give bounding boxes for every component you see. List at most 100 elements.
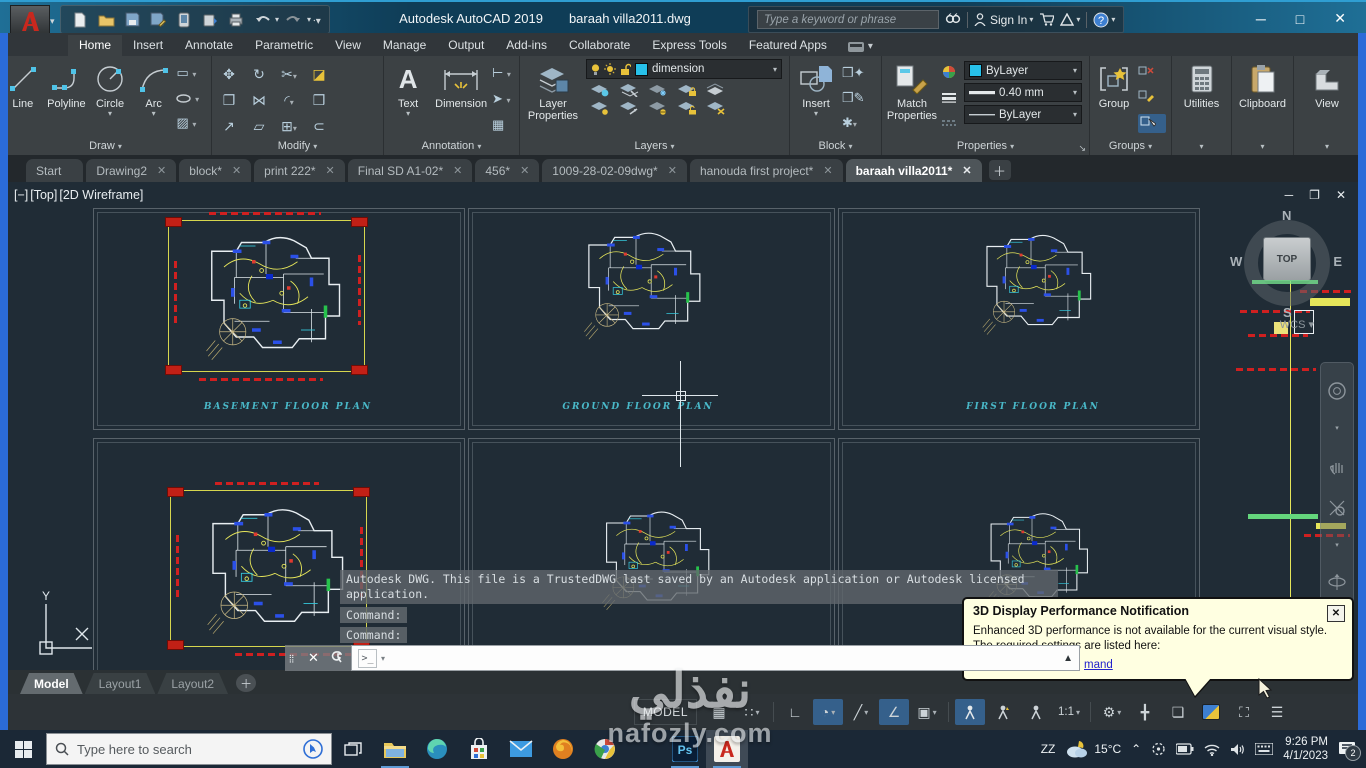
lineweight-caret-icon[interactable]: ▾ bbox=[1073, 88, 1077, 97]
edit-attributes-icon[interactable]: ✱▾ bbox=[842, 115, 872, 133]
linetype-list-icon[interactable] bbox=[942, 117, 962, 133]
doc-minimize-icon[interactable]: ─ bbox=[1285, 188, 1294, 202]
object-snap-tracking-icon[interactable]: ∠ bbox=[879, 699, 909, 725]
weather-widget[interactable]: 15°C bbox=[1065, 739, 1121, 759]
tab-insert[interactable]: Insert bbox=[122, 35, 174, 56]
text-caret-icon[interactable]: ▾ bbox=[406, 110, 410, 118]
close-tab-icon[interactable]: ✕ bbox=[157, 164, 166, 177]
model-tab[interactable]: Model bbox=[20, 673, 83, 694]
annotation-scale-value[interactable]: 1:1 ▾ bbox=[1054, 699, 1084, 725]
sign-in-button[interactable]: Sign In ▾ bbox=[974, 13, 1033, 27]
help-search-input[interactable] bbox=[757, 10, 939, 29]
pan-hand-icon[interactable] bbox=[1327, 455, 1347, 475]
layer-color-swatch[interactable] bbox=[635, 62, 648, 76]
viewcube[interactable]: N W E S TOP bbox=[1230, 208, 1342, 320]
command-input[interactable]: >_ ▾ ▲ bbox=[351, 645, 1080, 671]
layer-unisolate-icon[interactable] bbox=[619, 83, 639, 97]
layer-unlock2-icon[interactable] bbox=[677, 101, 697, 115]
layer-state-icon[interactable] bbox=[706, 101, 726, 115]
linetype-caret-icon[interactable]: ▾ bbox=[1073, 110, 1077, 119]
open-web-mobile-icon[interactable] bbox=[173, 9, 195, 31]
viewport-visual-style-control[interactable]: [2D Wireframe] bbox=[59, 188, 143, 202]
app-menu-caret-icon[interactable]: ▾ bbox=[50, 16, 55, 27]
graphics-performance-icon[interactable] bbox=[1196, 699, 1226, 725]
arc-caret-icon[interactable]: ▾ bbox=[152, 110, 156, 118]
file-tab-baraah-villa[interactable]: baraah villa2011* ✕ bbox=[845, 159, 982, 182]
viewcube-east[interactable]: E bbox=[1333, 254, 1342, 269]
mail-icon[interactable] bbox=[500, 730, 542, 768]
zoom-icon[interactable] bbox=[1327, 498, 1347, 518]
mirror-icon[interactable]: ⋈ bbox=[252, 92, 266, 109]
group-selection-toggle-icon[interactable] bbox=[1138, 114, 1166, 134]
touch-keyboard-icon[interactable] bbox=[1255, 743, 1274, 755]
battery-icon[interactable] bbox=[1176, 743, 1194, 755]
model-space-button[interactable]: MODEL bbox=[633, 699, 697, 725]
onedrive-tray-icon[interactable] bbox=[1151, 742, 1166, 756]
tab-parametric[interactable]: Parametric bbox=[244, 35, 324, 56]
panel-clipboard-footer[interactable]: ▾ bbox=[1232, 139, 1293, 155]
circle-caret-icon[interactable]: ▾ bbox=[108, 110, 112, 118]
layer-properties-button[interactable]: Layer Properties bbox=[522, 59, 584, 139]
tray-expand-chevron-icon[interactable]: ⌃ bbox=[1131, 742, 1141, 756]
explode-icon[interactable]: ❒ bbox=[313, 92, 326, 109]
layer-match-icon[interactable] bbox=[619, 101, 639, 115]
table-icon[interactable]: ▦ bbox=[492, 117, 517, 133]
offset-icon[interactable]: ⊂ bbox=[313, 118, 325, 135]
polyline-button[interactable]: Polyline bbox=[46, 59, 88, 139]
chrome-icon[interactable] bbox=[584, 730, 626, 768]
tab-home[interactable]: Home bbox=[68, 35, 123, 56]
close-tab-icon[interactable]: ✕ bbox=[453, 164, 462, 177]
wcs-dropdown[interactable]: WCS ▾ bbox=[1280, 318, 1314, 331]
tab-annotate[interactable]: Annotate bbox=[174, 35, 244, 56]
insert-button[interactable]: Insert ▾ bbox=[792, 59, 840, 139]
doc-close-icon[interactable]: ✕ bbox=[1336, 188, 1346, 202]
taskbar-clock[interactable]: 9:26 PM 4/1/2023 bbox=[1283, 735, 1328, 763]
autoscale-icon[interactable] bbox=[988, 699, 1018, 725]
line-button[interactable]: Line bbox=[2, 59, 44, 139]
linear-dim-icon[interactable]: ⊢ ▾ bbox=[492, 65, 517, 83]
file-tab-print222[interactable]: print 222* ✕ bbox=[254, 159, 345, 182]
viewcube-north[interactable]: N bbox=[1282, 208, 1291, 223]
command-customize-wrench-icon[interactable] bbox=[328, 650, 343, 667]
layer-on-bulb-icon[interactable] bbox=[591, 63, 600, 75]
command-drag-handle[interactable]: ⣿ bbox=[285, 645, 299, 671]
object-snap-icon[interactable]: ▣ ▾ bbox=[912, 699, 942, 725]
edge-browser-icon[interactable] bbox=[416, 730, 458, 768]
ortho-toggle-icon[interactable]: ∟ bbox=[780, 699, 810, 725]
command-collapse-icon[interactable]: ▲ bbox=[1063, 653, 1073, 664]
object-color-dropdown[interactable]: ByLayer ▾ bbox=[964, 61, 1082, 80]
start-button[interactable] bbox=[0, 730, 46, 768]
move-icon[interactable]: ✥ bbox=[223, 66, 235, 83]
file-tab-drawing2[interactable]: Drawing2 ✕ bbox=[86, 159, 177, 182]
minimize-button[interactable]: ─ bbox=[1256, 11, 1266, 27]
panel-modify-footer[interactable]: Modify ▾ bbox=[212, 139, 383, 155]
taskbar-search-box[interactable]: Type here to search bbox=[46, 733, 332, 765]
file-tab-hanouda[interactable]: hanouda first project* ✕ bbox=[689, 159, 843, 182]
layout1-tab[interactable]: Layout1 bbox=[85, 673, 156, 694]
text-button[interactable]: A Text ▾ bbox=[386, 59, 430, 139]
open-file-icon[interactable] bbox=[95, 9, 117, 31]
create-block-icon[interactable]: ❒✦ bbox=[842, 65, 872, 81]
leader-icon[interactable]: ➤ ▾ bbox=[492, 91, 517, 109]
panel-annotation-footer[interactable]: Annotation ▾ bbox=[384, 139, 519, 155]
insert-caret-icon[interactable]: ▾ bbox=[814, 110, 818, 118]
undo-caret-icon[interactable]: ▾ bbox=[275, 15, 279, 24]
rotate-icon[interactable]: ↻ bbox=[253, 66, 265, 83]
sign-in-caret-icon[interactable]: ▾ bbox=[1029, 15, 1033, 24]
panel-properties-footer[interactable]: Properties ▾ bbox=[882, 139, 1089, 155]
navbar-caret-icon[interactable]: ▾ bbox=[1335, 424, 1339, 432]
hatch-tool-icon[interactable]: ▨ ▾ bbox=[176, 115, 209, 133]
group-edit-icon[interactable] bbox=[1138, 89, 1166, 106]
tab-collaborate[interactable]: Collaborate bbox=[558, 35, 641, 56]
wifi-icon[interactable] bbox=[1204, 743, 1220, 756]
panel-layers-footer[interactable]: Layers ▾ bbox=[520, 139, 789, 155]
navigation-wheel-icon[interactable] bbox=[1327, 381, 1347, 401]
match-properties-button[interactable]: Match Properties bbox=[884, 59, 940, 139]
layer-previous-icon[interactable] bbox=[648, 101, 668, 115]
dimension-button[interactable]: Dimension bbox=[432, 59, 490, 139]
close-tab-icon[interactable]: ✕ bbox=[232, 164, 241, 177]
tab-view[interactable]: View bbox=[324, 35, 372, 56]
file-tab-block[interactable]: block* ✕ bbox=[179, 159, 252, 182]
microsoft-store-icon[interactable] bbox=[458, 730, 500, 768]
linetype-dropdown[interactable]: ByLayer ▾ bbox=[964, 105, 1082, 124]
